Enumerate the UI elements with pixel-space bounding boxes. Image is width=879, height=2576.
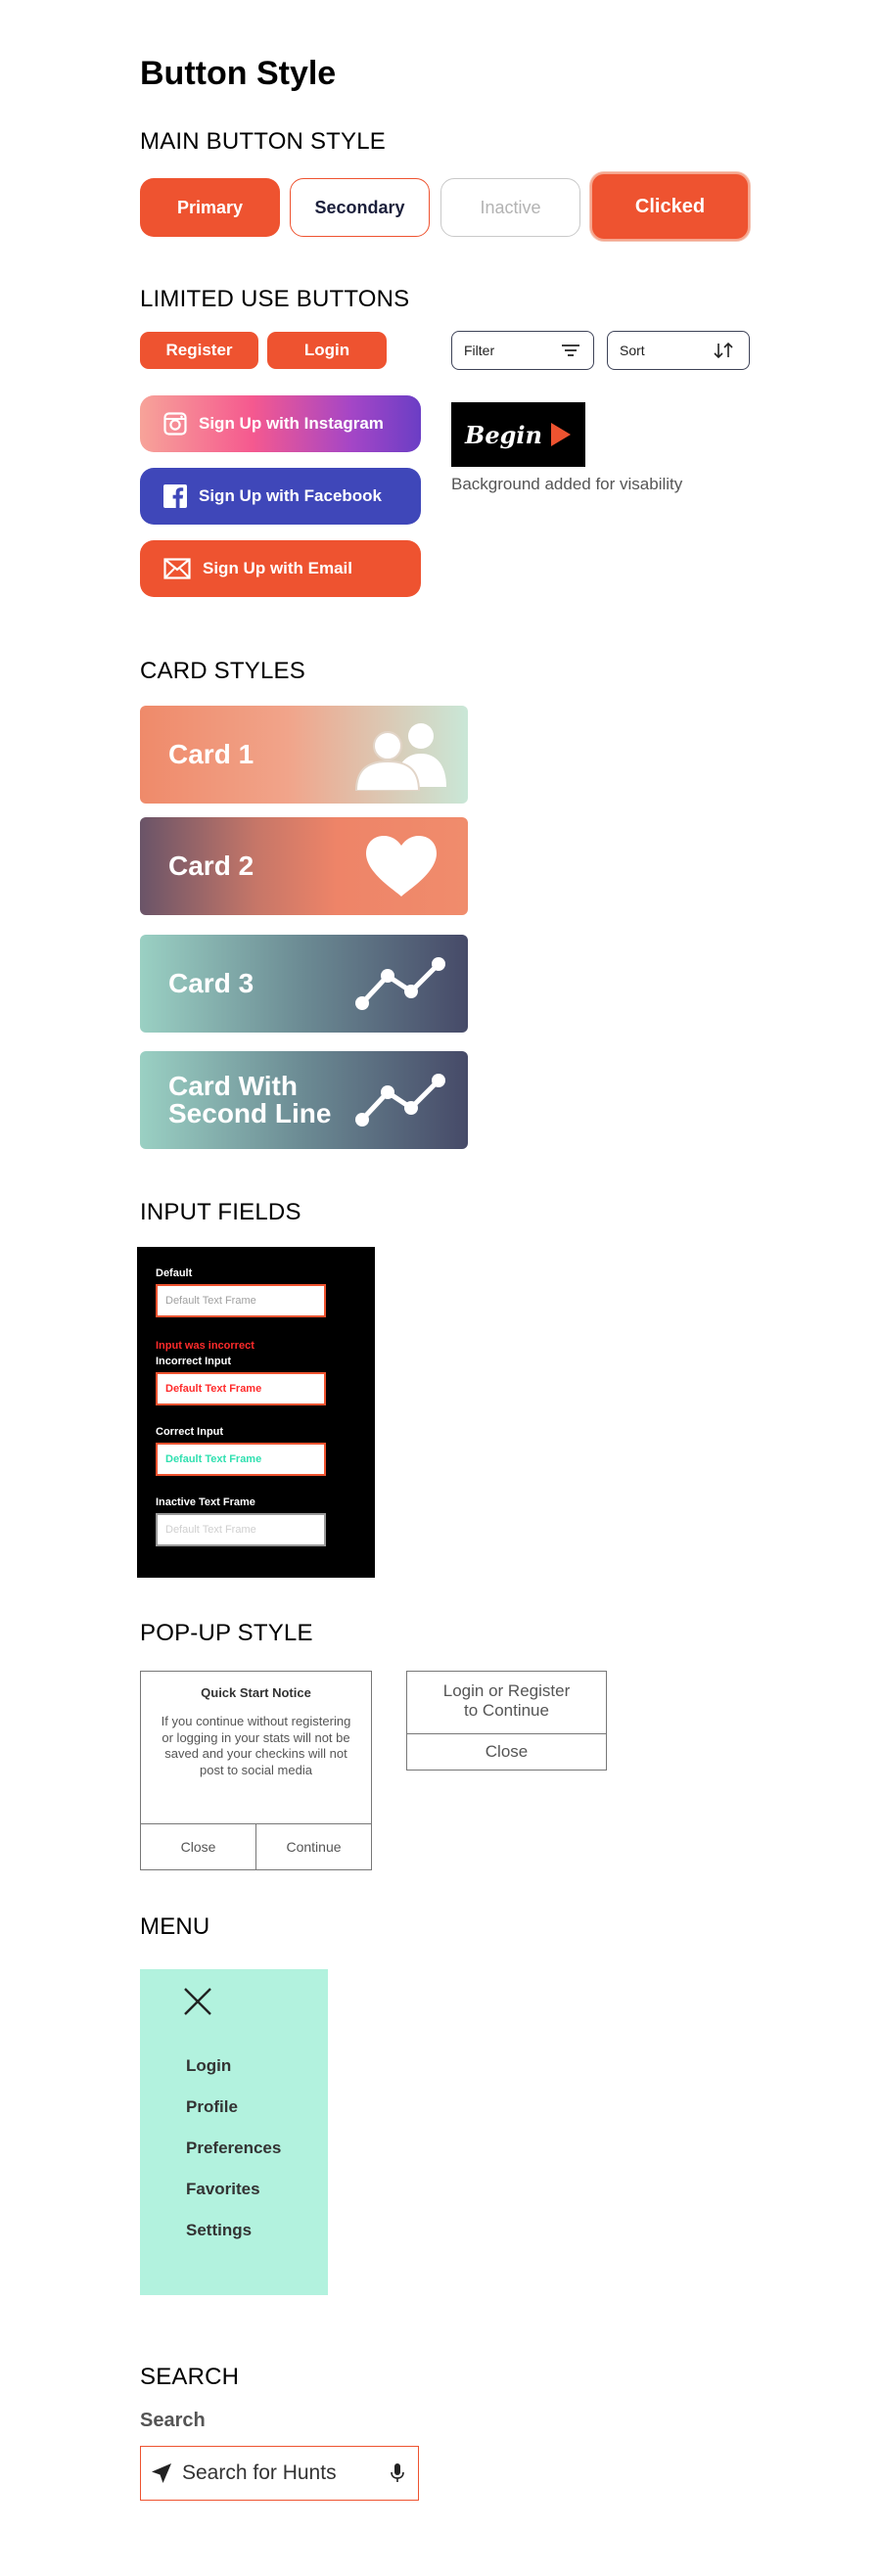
- inactive-input[interactable]: Default Text Frame: [156, 1513, 326, 1546]
- popup-close-button[interactable]: Close: [141, 1824, 255, 1869]
- card-2-label: Card 2: [168, 851, 254, 881]
- trend-line-icon: [355, 957, 445, 1010]
- card-3-label: Card 3: [168, 968, 254, 998]
- menu-item-login[interactable]: Login: [186, 2056, 231, 2076]
- sort-button[interactable]: Sort: [607, 331, 750, 370]
- menu-item-settings[interactable]: Settings: [186, 2221, 252, 2240]
- inactive-button[interactable]: Inactive: [440, 178, 580, 237]
- secondary-button[interactable]: Secondary: [290, 178, 430, 237]
- input-error-message: Input was incorrect: [156, 1340, 254, 1352]
- menu-item-profile[interactable]: Profile: [186, 2097, 238, 2117]
- incorrect-input[interactable]: Default Text Frame: [156, 1372, 326, 1405]
- sort-label: Sort: [620, 343, 645, 358]
- popup-body: If you continue without registering or l…: [161, 1714, 351, 1777]
- default-input[interactable]: Default Text Frame: [156, 1284, 326, 1317]
- facebook-icon: [163, 484, 187, 508]
- correct-input-label: Correct Input: [156, 1426, 224, 1438]
- email-icon: [163, 558, 191, 579]
- card-1[interactable]: Card 1: [140, 706, 468, 804]
- begin-label: Begin: [465, 420, 542, 449]
- sort-arrows-icon: [714, 343, 733, 358]
- page-title: Button Style: [140, 55, 337, 92]
- begin-background-note: Background added for visability: [451, 475, 683, 493]
- email-signup-button[interactable]: Sign Up with Email: [140, 540, 421, 597]
- filter-icon: [562, 345, 579, 356]
- card-1-label: Card 1: [168, 739, 254, 769]
- menu-item-preferences[interactable]: Preferences: [186, 2139, 281, 2158]
- login-popup-close-button[interactable]: Close: [407, 1734, 606, 1770]
- facebook-signup-button[interactable]: Sign Up with Facebook: [140, 468, 421, 525]
- primary-button[interactable]: Primary: [140, 178, 280, 237]
- incorrect-input-label: Incorrect Input: [156, 1356, 232, 1367]
- filter-button[interactable]: Filter: [451, 331, 594, 370]
- facebook-signup-label: Sign Up with Facebook: [199, 486, 383, 505]
- trend-line-icon: [355, 1074, 445, 1127]
- instagram-icon: [163, 412, 187, 436]
- email-signup-label: Sign Up with Email: [203, 559, 353, 577]
- login-register-popup: Login or Register to Continue Close: [406, 1671, 607, 1771]
- quick-start-popup: Quick Start Notice If you continue witho…: [140, 1671, 372, 1870]
- login-prompt-line2: to Continue: [464, 1701, 549, 1720]
- inactive-input-label: Inactive Text Frame: [156, 1496, 255, 1508]
- limited-buttons-heading: LIMITED USE BUTTONS: [140, 286, 410, 312]
- card-4-label-line1: Card With: [168, 1071, 298, 1101]
- filter-label: Filter: [464, 343, 495, 358]
- microphone-icon[interactable]: [391, 2463, 404, 2483]
- correct-input[interactable]: Default Text Frame: [156, 1443, 326, 1476]
- card-with-second-line[interactable]: Card With Second Line: [140, 1051, 468, 1149]
- login-prompt-line1: Login or Register: [442, 1681, 571, 1700]
- main-buttons-heading: MAIN BUTTON STYLE: [140, 128, 386, 155]
- close-icon[interactable]: [183, 1987, 212, 2016]
- search-placeholder: Search for Hunts: [182, 2461, 337, 2484]
- begin-button[interactable]: Begin: [451, 402, 585, 467]
- input-fields-heading: INPUT FIELDS: [140, 1199, 301, 1225]
- search-input[interactable]: Search for Hunts: [140, 2446, 419, 2501]
- location-arrow-icon: [152, 2463, 171, 2483]
- card-4-label-line2: Second Line: [168, 1098, 332, 1128]
- card-2[interactable]: Card 2: [140, 817, 468, 915]
- popup-title: Quick Start Notice: [201, 1685, 311, 1700]
- register-button[interactable]: Register: [140, 332, 258, 369]
- users-icon: [354, 723, 446, 791]
- popup-style-heading: POP-UP STYLE: [140, 1620, 313, 1646]
- login-button[interactable]: Login: [267, 332, 387, 369]
- menu-heading: MENU: [140, 1913, 210, 1940]
- instagram-signup-button[interactable]: Sign Up with Instagram: [140, 395, 421, 452]
- menu-panel: Login Profile Preferences Favorites Sett…: [140, 1969, 328, 2295]
- input-fields-panel: Default Default Text Frame Input was inc…: [137, 1247, 375, 1578]
- instagram-signup-label: Sign Up with Instagram: [199, 414, 384, 433]
- card-3[interactable]: Card 3: [140, 935, 468, 1033]
- default-input-label: Default: [156, 1267, 193, 1279]
- login-prompt: Login or Register to Continue: [407, 1681, 606, 1721]
- play-icon: [550, 423, 571, 446]
- search-label: Search: [140, 2410, 206, 2431]
- card-styles-heading: CARD STYLES: [140, 658, 305, 684]
- clicked-button[interactable]: Clicked: [590, 172, 750, 241]
- heart-icon: [366, 836, 437, 897]
- popup-continue-button[interactable]: Continue: [256, 1824, 371, 1869]
- menu-item-favorites[interactable]: Favorites: [186, 2180, 260, 2199]
- search-heading: SEARCH: [140, 2364, 240, 2390]
